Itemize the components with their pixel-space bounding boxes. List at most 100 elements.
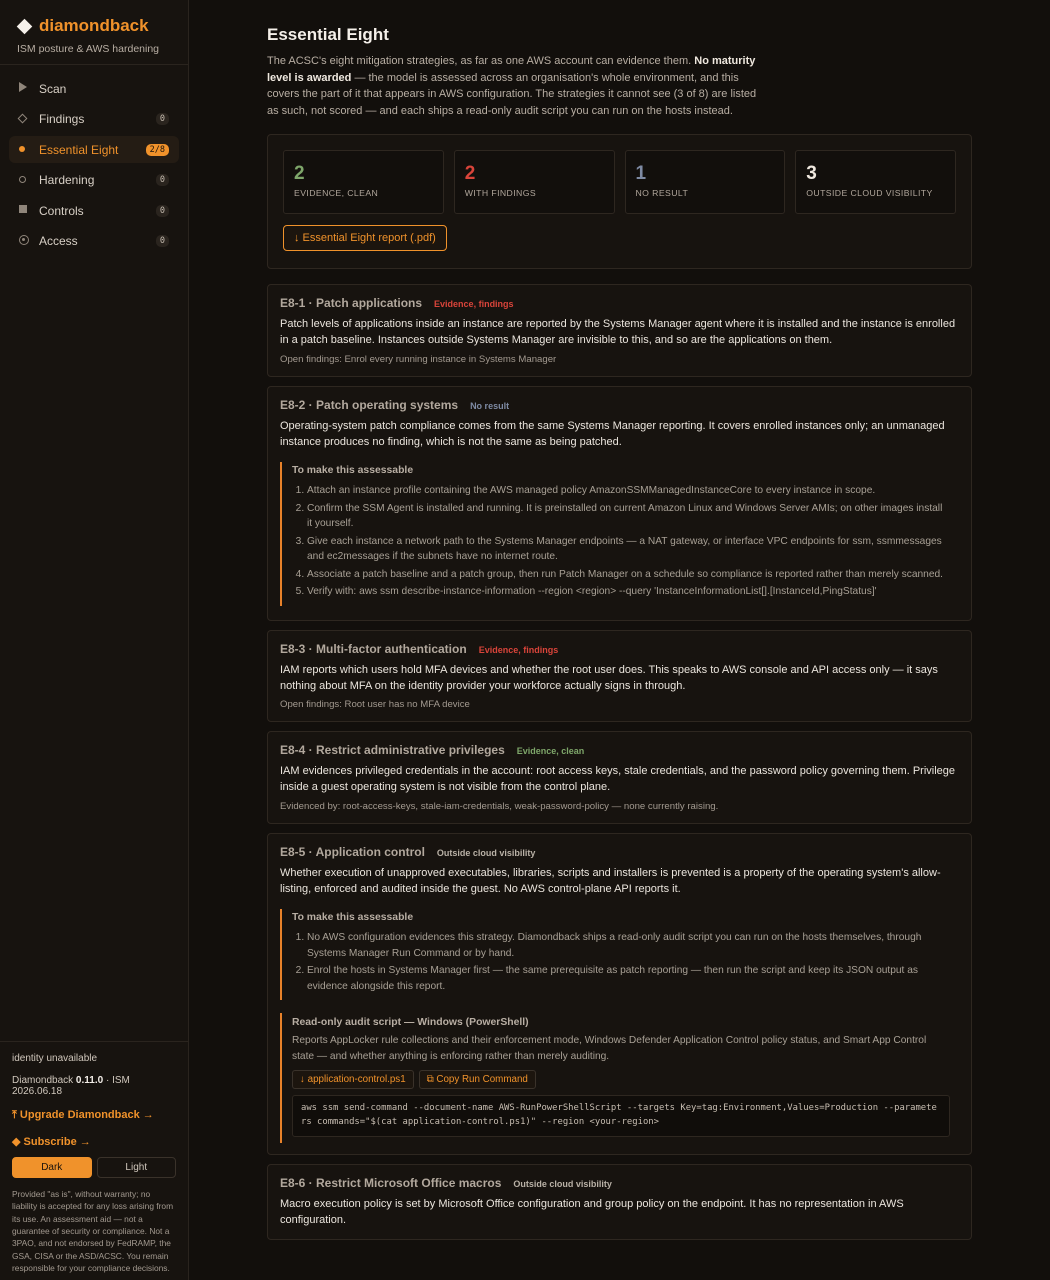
theme-dark-button[interactable]: Dark (12, 1157, 92, 1178)
list-item: Attach an instance profile containing th… (307, 483, 943, 499)
sidebar-item-label: Controls (39, 203, 84, 218)
sidebar-item-essential-eight[interactable]: Essential Eight 2/8 (9, 136, 179, 163)
strategy-card-e8-4: E8-4 · Restrict administrative privilege… (267, 731, 972, 824)
strategy-card-e8-1: E8-1 · Patch applications Evidence, find… (267, 284, 972, 377)
card-findings-note: Open findings: Enrol every running insta… (280, 353, 557, 365)
stat-with-findings: 2 WITH FINDINGS (453, 150, 615, 214)
stat-outside-visibility: 3 OUTSIDE CLOUD VISIBILITY (795, 150, 956, 214)
count-badge: 2/8 (145, 143, 169, 156)
upgrade-link[interactable]: ⤒ Upgrade Diamondback → (12, 1109, 176, 1122)
sidebar-item-label: Access (39, 234, 78, 248)
list-item: No AWS configuration evidences this stra… (307, 930, 943, 961)
card-description: IAM reports which users hold MFA devices… (280, 663, 938, 692)
brand-title[interactable]: diamondback (16, 16, 172, 36)
page-intro: The ACSC's eight mitigation strategies, … (267, 53, 767, 119)
sidebar-item-controls[interactable]: Controls 0 (9, 197, 179, 224)
list-item: Verify with: aws ssm describe-instance-i… (307, 584, 943, 600)
audit-script-block: Read-only audit script — Windows (PowerS… (280, 1013, 951, 1143)
steps-list: Attach an instance profile containing th… (292, 483, 943, 600)
card-description: Operating-system patch compliance comes … (280, 419, 945, 448)
brand-name: diamondback (39, 16, 149, 35)
status-badge: Evidence, clean (516, 746, 585, 757)
card-description: Macro execution policy is set by Microso… (280, 1197, 904, 1227)
assessable-steps: To make this assessable Attach an instan… (280, 462, 951, 606)
version-number: 0.11.0 (75, 1075, 104, 1086)
version-info: Diamondback 0.11.0 · ISM 2026.06.18 (12, 1075, 176, 1097)
sidebar-footer: identity unavailable Diamondback 0.11.0 … (0, 1041, 188, 1280)
sidebar-item-label: Scan (39, 81, 67, 96)
list-item: Confirm the SSM Agent is installed and r… (307, 501, 943, 532)
status-badge: Outside cloud visibility (513, 1178, 612, 1189)
stat-label: EVIDENCE, CLEAN (294, 188, 379, 198)
card-title: E8-1 · Patch applications (280, 296, 423, 310)
download-script-button[interactable]: ↓ application-control.ps1 (292, 1070, 414, 1090)
stat-evidence-clean: 2 EVIDENCE, CLEAN (283, 150, 444, 214)
strategy-card-e8-6: E8-6 · Restrict Microsoft Office macros … (267, 1163, 972, 1241)
sidebar: diamondback ISM posture & AWS hardening … (0, 0, 189, 1280)
play-icon (19, 82, 39, 95)
disclaimer: Provided "as is", without warranty; no l… (12, 1189, 174, 1274)
diamond-outline-icon (17, 113, 39, 125)
identity-status: identity unavailable (12, 1053, 98, 1064)
card-evidence-note: Evidenced by: root-access-keys, stale-ia… (280, 800, 719, 812)
stats-row: 2 EVIDENCE, CLEAN 2 WITH FINDINGS 1 NO R… (283, 150, 956, 214)
list-item: Associate a patch baseline and a patch g… (307, 567, 943, 583)
brand: diamondback ISM posture & AWS hardening (0, 0, 188, 65)
card-header: E8-1 · Patch applications Evidence, find… (280, 296, 959, 310)
brand-subtitle: ISM posture & AWS hardening (17, 43, 160, 55)
assessable-steps: To make this assessable No AWS configura… (280, 909, 951, 1001)
stat-value: 1 (635, 163, 647, 184)
run-command-code[interactable]: aws ssm send-command --document-name AWS… (292, 1095, 950, 1137)
card-title: E8-5 · Application control (280, 844, 425, 859)
stat-value: 2 (464, 163, 476, 184)
sidebar-item-label: Hardening (39, 173, 95, 187)
stat-value: 3 (806, 163, 817, 184)
card-header: E8-3 · Multi-factor authentication Evide… (280, 642, 959, 656)
sidebar-item-hardening[interactable]: Hardening 0 (9, 167, 179, 194)
card-title: E8-4 · Restrict administrative privilege… (280, 743, 505, 758)
diamond-icon (16, 18, 33, 34)
status-badge: Outside cloud visibility (436, 847, 536, 858)
intro-text: The ACSC's eight mitigation strategies, … (267, 55, 695, 67)
target-icon (19, 234, 39, 248)
strategy-card-e8-5: E8-5 · Application control Outside cloud… (267, 832, 972, 1155)
steps-list: No AWS configuration evidences this stra… (292, 930, 943, 994)
sidebar-item-scan[interactable]: Scan (9, 75, 179, 102)
copy-run-command-button[interactable]: ⧉ Copy Run Command (418, 1070, 536, 1090)
sidebar-item-label: Findings (39, 112, 85, 126)
status-badge: No result (470, 400, 510, 411)
card-description: Patch levels of applications inside an i… (280, 318, 956, 347)
page-title: Essential Eight (267, 25, 389, 44)
sidebar-item-findings[interactable]: Findings 0 (9, 106, 179, 133)
sidebar-item-access[interactable]: Access 0 (9, 228, 179, 255)
count-badge: 0 (155, 235, 169, 247)
list-item: Give each instance a network path to the… (307, 534, 943, 565)
count-badge: 0 (155, 204, 169, 217)
card-header: E8-4 · Restrict administrative privilege… (280, 743, 959, 757)
stat-label: OUTSIDE CLOUD VISIBILITY (806, 188, 933, 198)
script-description: Reports AppLocker rule collections and t… (292, 1035, 927, 1062)
stat-label: NO RESULT (635, 188, 689, 198)
card-title: E8-3 · Multi-factor authentication (280, 641, 467, 656)
download-report-button[interactable]: ↓ Essential Eight report (.pdf) (283, 225, 447, 251)
card-description: Whether execution of unapproved executab… (280, 866, 941, 895)
strategy-card-e8-3: E8-3 · Multi-factor authentication Evide… (267, 629, 972, 723)
theme-light-button[interactable]: Light (96, 1157, 176, 1178)
subscribe-link[interactable]: ◆ Subscribe → (12, 1135, 176, 1148)
status-badge: Evidence, findings (434, 299, 514, 309)
assessable-title: To make this assessable (292, 912, 414, 924)
count-badge: 0 (155, 113, 169, 125)
theme-toggle: Dark Light (12, 1157, 176, 1178)
sidebar-item-label: Essential Eight (39, 142, 119, 157)
assessable-title: To make this assessable (292, 465, 414, 477)
stat-value: 2 (294, 163, 305, 184)
ring-icon (19, 175, 39, 186)
script-actions: ↓ application-control.ps1 ⧉ Copy Run Com… (292, 1070, 951, 1090)
dot-icon (19, 144, 39, 155)
count-badge: 0 (155, 174, 169, 186)
square-icon (19, 205, 39, 216)
card-title: E8-2 · Patch operating systems (280, 397, 459, 412)
stat-no-result: 1 NO RESULT (624, 150, 786, 214)
script-title: Read-only audit script — Windows (PowerS… (292, 1017, 529, 1029)
stat-label: WITH FINDINGS (464, 188, 537, 198)
